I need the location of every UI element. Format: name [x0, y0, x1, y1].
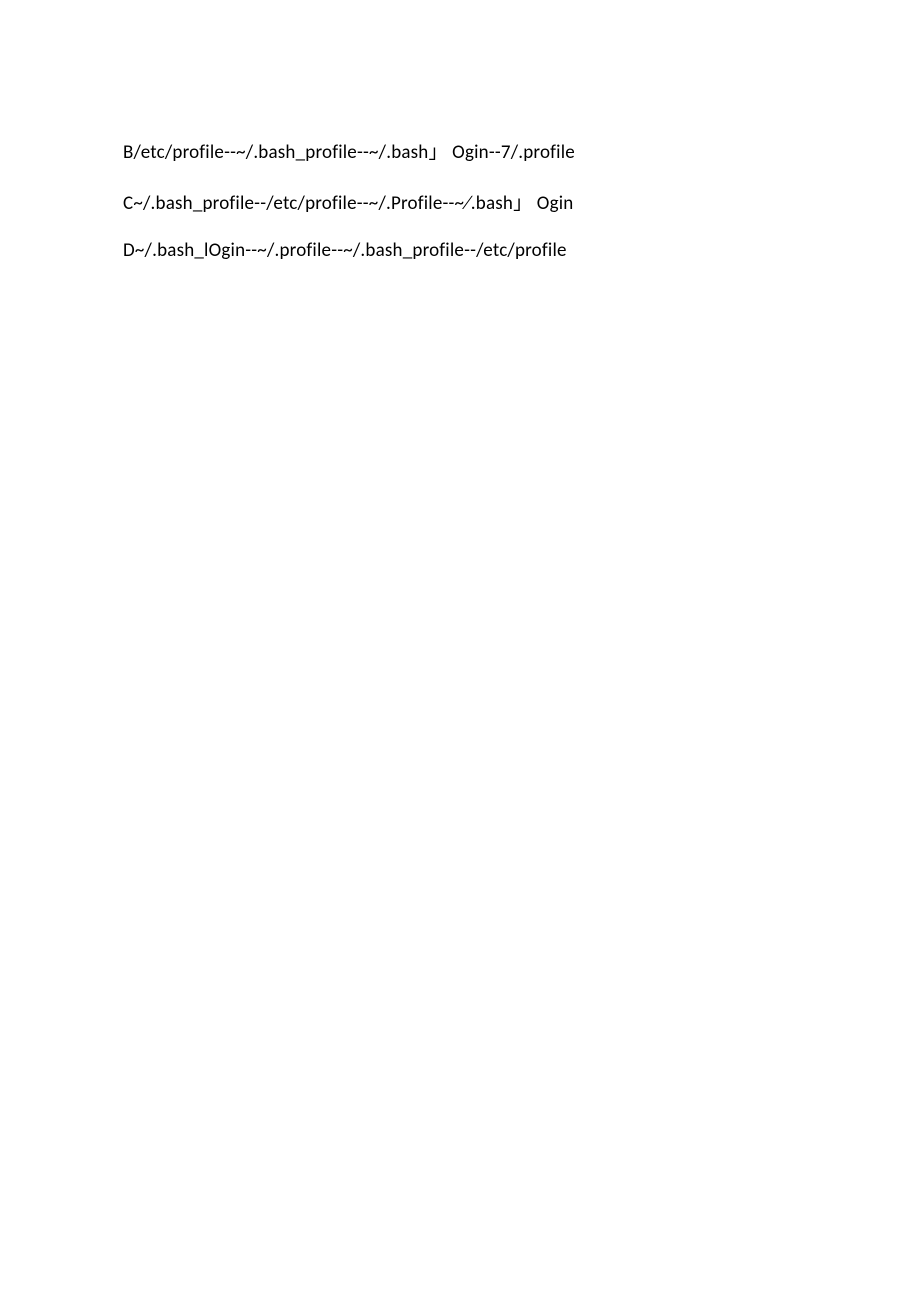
option-d: D~/.bash_lOgin--~/.profile--~/.bash_prof… [123, 239, 575, 262]
option-b: B/etc/profile--~/.bash_profile--~/.bash」… [123, 137, 575, 164]
option-c: C~/.bash_profile--/etc/profile--~/.Profi… [123, 188, 575, 215]
document-content: B/etc/profile--~/.bash_profile--~/.bash」… [123, 137, 575, 286]
